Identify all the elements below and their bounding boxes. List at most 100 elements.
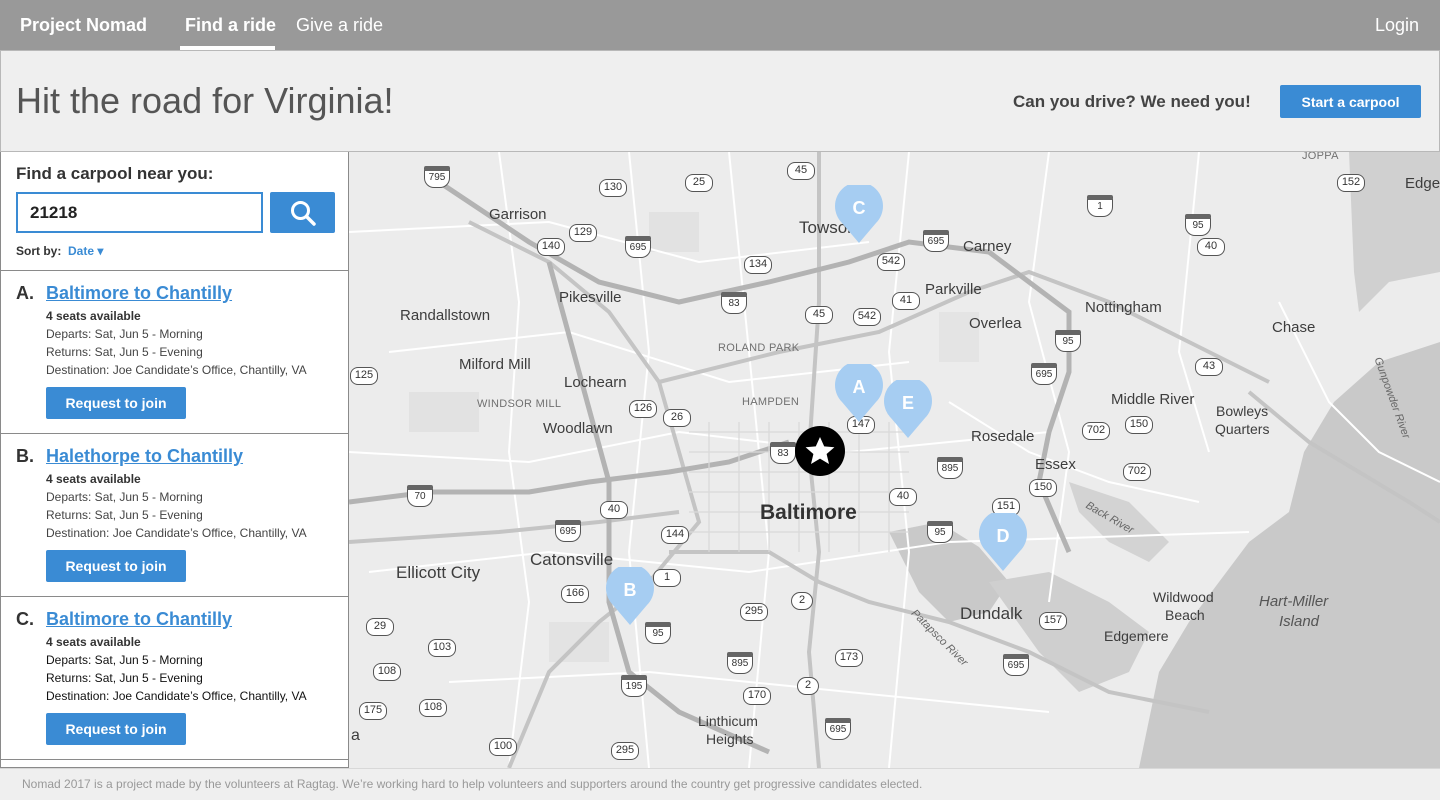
route-shield: 157 [1039, 612, 1067, 630]
route-shield: 152 [1337, 174, 1365, 192]
ride-title-link[interactable]: Halethorpe to Chantilly [46, 446, 243, 467]
map-label-windsor-mill: WINDSOR MILL [477, 398, 562, 410]
map-pin-a[interactable]: A [834, 361, 884, 424]
interstate-shield: 695 [555, 520, 581, 542]
interstate-shield: 195 [621, 675, 647, 697]
request-to-join-button[interactable]: Request to join [46, 713, 186, 745]
interstate-shield: 695 [625, 236, 651, 258]
route-shield: 26 [663, 409, 691, 427]
current-location-marker[interactable] [795, 426, 845, 476]
interstate-shield: 1 [1087, 195, 1113, 217]
map-label-west-edge: a [351, 727, 360, 744]
search-icon [290, 200, 316, 226]
map-label-quarters: Quarters [1215, 421, 1270, 437]
interstate-shield: 895 [937, 457, 963, 479]
map-label-woodlawn: Woodlawn [543, 420, 613, 437]
route-shield: 702 [1082, 422, 1110, 440]
map-label-dundalk: Dundalk [960, 604, 1023, 623]
map-base-layer [349, 152, 1440, 768]
map-label-lochearn: Lochearn [564, 374, 627, 391]
pin-label: C [852, 198, 866, 218]
ride-title-link[interactable]: Baltimore to Chantilly [46, 609, 232, 630]
map-label-rosedale: Rosedale [971, 428, 1035, 445]
ride-returns: Returns: Sat, Jun 5 - Evening [46, 345, 203, 359]
ride-seats: 4 seats available [46, 309, 141, 323]
route-shield: 295 [740, 603, 768, 621]
ride-letter: A. [16, 283, 34, 303]
route-shield: 100 [489, 738, 517, 756]
top-nav: Project Nomad Find a ride Give a ride Lo… [0, 0, 1440, 50]
route-shield: 2 [797, 677, 819, 695]
interstate-shield: 70 [407, 485, 433, 507]
interstate-shield: 795 [424, 166, 450, 188]
login-link[interactable]: Login [1375, 15, 1419, 36]
route-shield: 40 [600, 501, 628, 519]
route-shield: 134 [744, 256, 772, 274]
brand-logo[interactable]: Project Nomad [20, 15, 147, 36]
map-label-joppa: JOPPA [1302, 152, 1339, 162]
route-shield: 140 [537, 238, 565, 256]
ride-card-b: B. Halethorpe to Chantilly 4 seats avail… [1, 434, 348, 597]
ride-letter: C. [16, 609, 34, 629]
route-shield: 108 [419, 699, 447, 717]
route-shield: 45 [805, 306, 833, 324]
map-label-catonsville: Catonsville [530, 550, 614, 569]
route-shield: 542 [853, 308, 881, 326]
map-label-chase: Chase [1272, 319, 1316, 336]
interstate-shield: 95 [1185, 214, 1211, 236]
route-shield: 29 [366, 618, 394, 636]
pin-label: B [623, 580, 637, 600]
map-label-pikesville: Pikesville [559, 289, 622, 306]
ride-card-a: A. Baltimore to Chantilly 4 seats availa… [1, 271, 348, 434]
map-label-hart-miller: Hart-Miller [1259, 593, 1329, 610]
nav-find-a-ride[interactable]: Find a ride [185, 15, 276, 36]
map-label-edge: Edge [1405, 175, 1440, 192]
route-shield: 150 [1029, 479, 1057, 497]
interstate-shield: 695 [1031, 363, 1057, 385]
map-label-edgemere: Edgemere [1104, 628, 1169, 644]
interstate-shield: 895 [727, 652, 753, 674]
route-shield: 702 [1123, 463, 1151, 481]
map-pin-c[interactable]: C [834, 182, 884, 245]
map-label-middle-river: Middle River [1111, 391, 1195, 408]
ride-destination: Destination: Joe Candidate’s Office, Cha… [46, 526, 307, 540]
ride-departs: Departs: Sat, Jun 5 - Morning [46, 490, 203, 504]
interstate-shield: 695 [825, 718, 851, 740]
map-label-parkville: Parkville [925, 281, 982, 298]
route-shield: 25 [685, 174, 713, 192]
driver-call-text: Can you drive? We need you! [1013, 92, 1251, 111]
search-button[interactable] [270, 192, 335, 233]
map-pin-d[interactable]: D [978, 510, 1028, 573]
route-shield: 295 [611, 742, 639, 760]
request-to-join-button[interactable]: Request to join [46, 550, 186, 582]
sort-dropdown[interactable]: Date ▾ [68, 244, 103, 258]
ride-title-link[interactable]: Baltimore to Chantilly [46, 283, 232, 304]
carpool-sidebar: Find a carpool near you: Sort by: Date ▾… [0, 152, 349, 768]
map-label-hampden: HAMPDEN [742, 396, 800, 408]
ride-destination: Destination: Joe Candidate’s Office, Cha… [46, 689, 307, 703]
ride-destination: Destination: Joe Candidate’s Office, Cha… [46, 363, 307, 377]
route-shield: 108 [373, 663, 401, 681]
map-label-baltimore: Baltimore [760, 501, 857, 524]
route-shield: 130 [599, 179, 627, 197]
pin-label: A [852, 377, 866, 397]
map-label-garrison: Garrison [489, 206, 547, 223]
route-shield: 144 [661, 526, 689, 544]
ride-seats: 4 seats available [46, 635, 141, 649]
map-pin-b[interactable]: B [605, 564, 655, 627]
ride-returns: Returns: Sat, Jun 5 - Evening [46, 508, 203, 522]
zip-search-input[interactable] [16, 192, 263, 233]
request-to-join-button[interactable]: Request to join [46, 387, 186, 419]
nav-give-a-ride[interactable]: Give a ride [296, 15, 383, 36]
page-headline: Hit the road for Virginia! [16, 80, 394, 121]
map-pin-e[interactable]: E [883, 377, 933, 440]
footer: Nomad 2017 is a project made by the volu… [0, 768, 1440, 800]
start-carpool-button[interactable]: Start a carpool [1280, 85, 1421, 118]
pin-label: D [996, 526, 1010, 546]
interstate-shield: 95 [1055, 330, 1081, 352]
route-shield: 1 [653, 569, 681, 587]
route-shield: 173 [835, 649, 863, 667]
map-view[interactable]: Garrison Towson Carney Parkville Pikesvi… [349, 152, 1440, 768]
interstate-shield: 83 [770, 442, 796, 464]
interstate-shield: 95 [927, 521, 953, 543]
